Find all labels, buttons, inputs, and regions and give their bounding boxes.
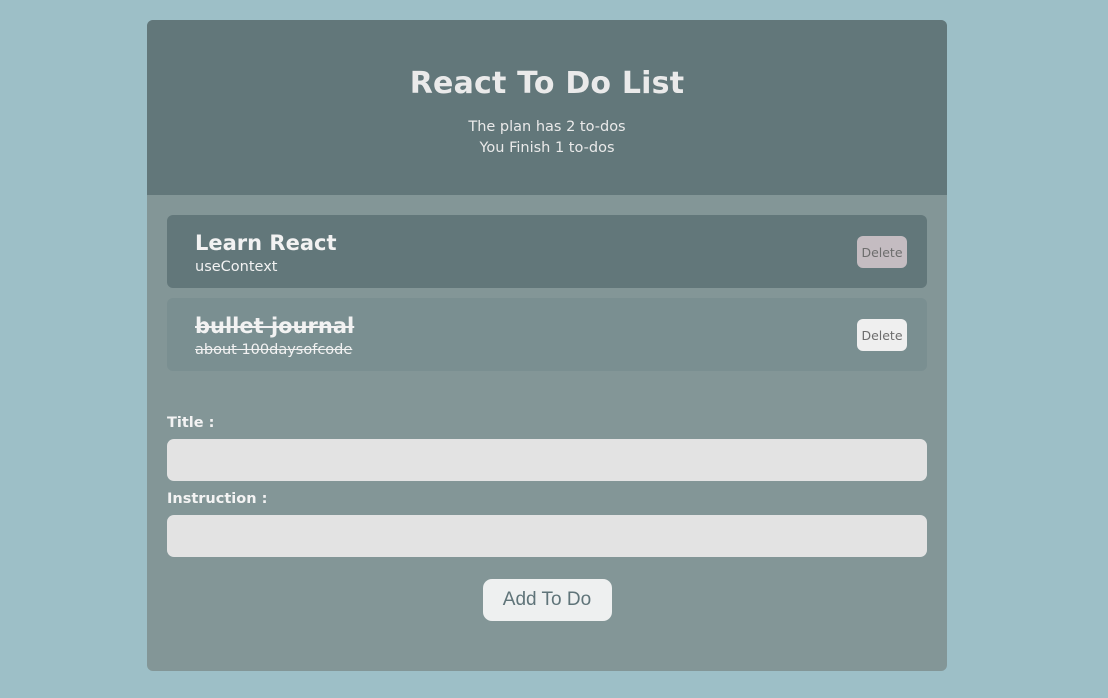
app-header: React To Do List The plan has 2 to-dos Y… <box>147 20 947 195</box>
delete-button[interactable]: Delete <box>857 236 907 268</box>
title-input[interactable] <box>167 439 927 481</box>
todo-list: Learn React useContext Delete bullet jou… <box>147 195 947 371</box>
finish-count-text: You Finish 1 to-dos <box>479 140 615 156</box>
todo-item[interactable]: Learn React useContext Delete <box>167 215 927 288</box>
todo-app: React To Do List The plan has 2 to-dos Y… <box>147 20 947 671</box>
add-todo-form: Title : Instruction : Add To Do <box>147 381 947 621</box>
title-label: Title : <box>167 415 215 431</box>
add-todo-button[interactable]: Add To Do <box>482 579 612 621</box>
plan-count-text: The plan has 2 to-dos <box>468 119 626 135</box>
delete-button[interactable]: Delete <box>857 319 907 351</box>
todo-title: bullet journal <box>195 314 355 338</box>
todo-item-completed[interactable]: bullet journal about 100daysofcode Delet… <box>167 298 927 371</box>
todo-description: useContext <box>195 259 278 275</box>
instruction-input[interactable] <box>167 515 927 557</box>
page-title: React To Do List <box>409 66 685 101</box>
todo-stats: The plan has 2 to-dos You Finish 1 to-do… <box>147 117 947 159</box>
add-button-wrapper: Add To Do <box>167 579 927 621</box>
instruction-label: Instruction : <box>167 491 268 507</box>
todo-description: about 100daysofcode <box>195 342 353 358</box>
todo-title: Learn React <box>195 231 337 255</box>
